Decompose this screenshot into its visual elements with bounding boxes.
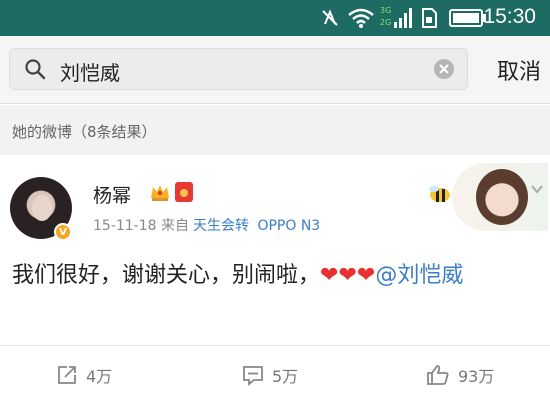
search-bar: 刘恺威 取消 [0,36,550,104]
post-action-bar: 4万 5万 93万 [0,345,550,403]
vibrate-mute-icon [318,6,342,30]
thumbs-up-icon [427,365,449,385]
avatar-face [32,195,52,221]
search-input[interactable]: 刘恺威 [9,48,468,90]
post-mention-link[interactable]: @刘恺威 [375,263,463,288]
post-meta: 15-11-18 来自 天生会转 OPPO N3 [93,215,320,235]
search-icon [24,58,46,80]
post-device-link[interactable]: OPPO N3 [257,218,320,234]
post-username[interactable]: 杨幂 [93,181,131,208]
comment-icon [243,366,263,386]
battery-icon [448,6,488,30]
search-query-text: 刘恺威 [60,61,120,85]
like-count: 93万 [458,367,495,386]
cancel-button[interactable]: 取消 [497,54,541,86]
network-3g-label: 3G [380,6,392,15]
network-2g-label: 2G [380,18,392,27]
wifi-icon [346,6,376,30]
results-count-label: 她的微博（8条结果） [12,123,157,141]
red-packet-icon [175,182,193,202]
post-body-text: 我们很好，谢谢关心，别闹啦，❤❤❤@刘恺威 [12,259,532,293]
bee-icon [426,185,452,203]
weibo-post-card[interactable]: V 杨幂 15-11-18 来自 天生会转 OPPO N3 我们很好，谢谢关心，别… [0,155,550,345]
repost-icon [58,366,76,384]
post-text-main: 我们很好，谢谢关心，别闹啦， [12,263,321,288]
verified-badge-icon: V [54,223,72,241]
repost-button[interactable]: 4万 [56,362,112,388]
post-via-label: 来自 [161,218,189,234]
comment-button[interactable]: 5万 [242,362,298,388]
comment-count: 5万 [272,367,299,386]
chevron-down-icon[interactable] [530,181,544,195]
heart-emojis: ❤❤❤ [320,263,376,288]
post-source-link[interactable]: 天生会转 [193,218,249,234]
status-time: 15:30 [483,5,536,28]
status-bar: 3G 2G 15:30 [0,0,550,36]
signal-icon: 3G 2G [380,6,414,30]
card-decoration [426,163,548,231]
sim-icon [418,6,440,30]
repost-count: 4万 [86,367,113,386]
decoration-portrait [476,169,528,225]
vip-crown-icon [149,182,171,202]
results-section-header: 她的微博（8条结果） [0,105,550,155]
post-date: 15-11-18 [93,218,157,234]
like-button[interactable]: 93万 [426,362,494,388]
clear-icon[interactable] [433,58,455,80]
